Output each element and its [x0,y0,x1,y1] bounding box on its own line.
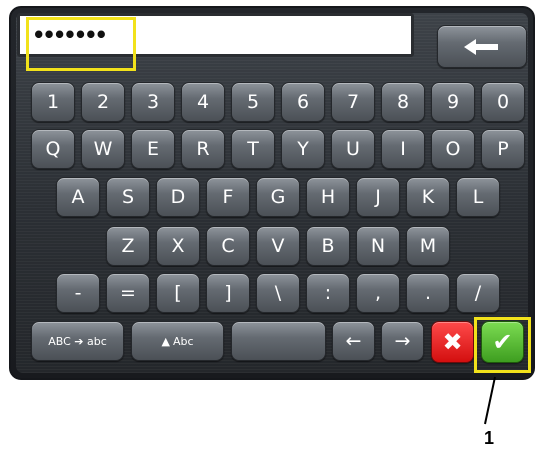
callout-label: 1 [483,428,494,448]
callout-leader-line [484,376,496,425]
